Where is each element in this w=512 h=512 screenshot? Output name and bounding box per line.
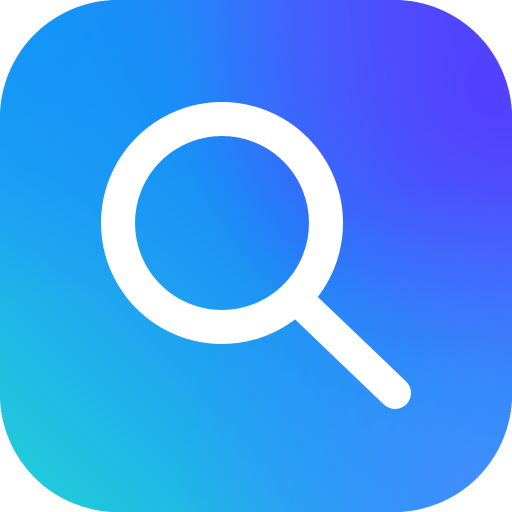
search-icon [101, 102, 411, 409]
app-icon[interactable] [0, 0, 512, 512]
magnifier-handle [284, 286, 411, 409]
